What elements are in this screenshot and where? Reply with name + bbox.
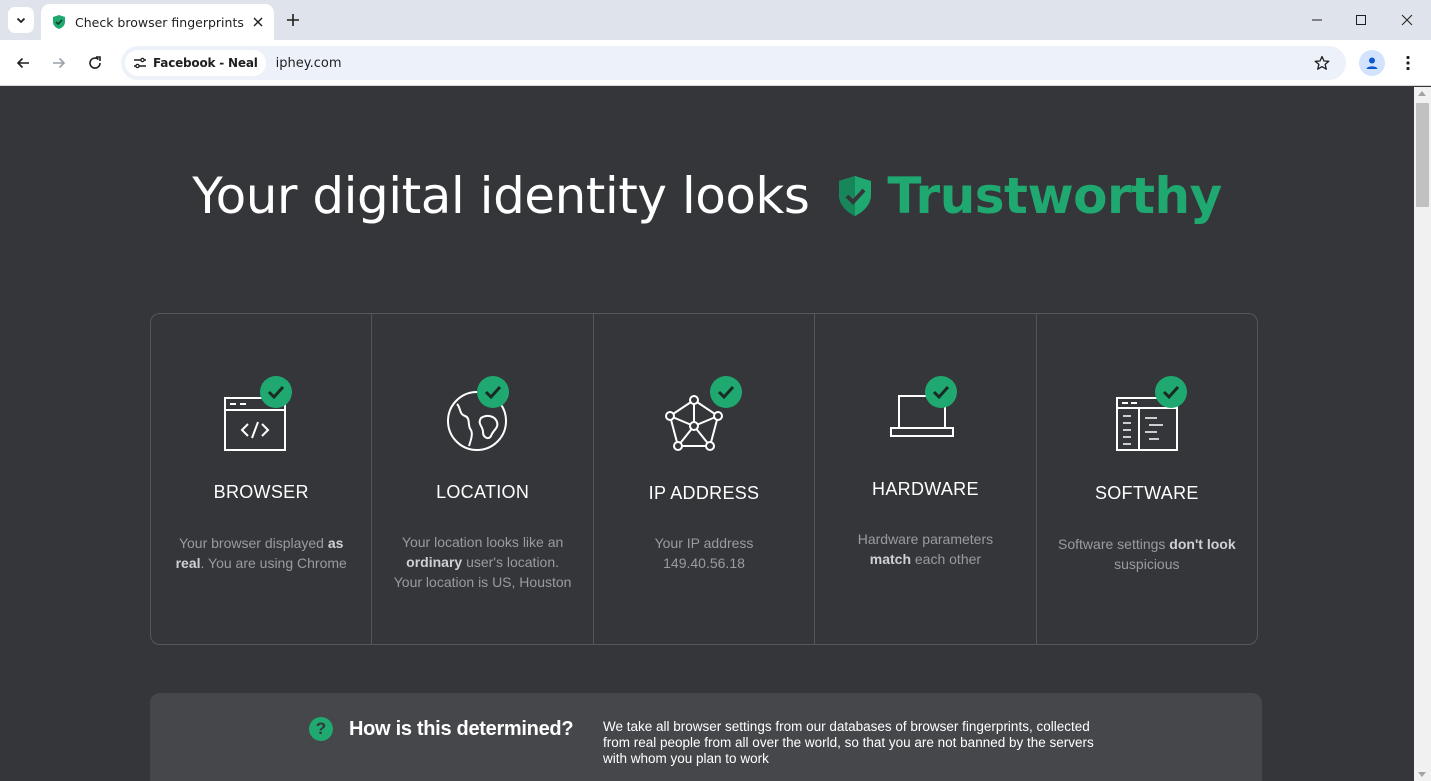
network-icon [665, 376, 743, 451]
chevron-down-icon [16, 17, 26, 24]
card-title: IP ADDRESS [648, 483, 760, 503]
headline: Your digital identity looks Trustworthy [0, 167, 1414, 225]
browser-menu-button[interactable] [1398, 51, 1418, 75]
reload-icon [89, 56, 101, 69]
card-software: SOFTWARE Software settings don't look su… [1037, 314, 1257, 644]
card-location: LOCATION Your location looks like an ord… [372, 314, 594, 644]
kebab-menu-icon [1406, 55, 1410, 71]
headline-prefix: Your digital identity looks [192, 167, 810, 225]
tab-close-icon[interactable] [248, 12, 268, 32]
check-cards: BROWSER Your browser displayed as real. … [150, 313, 1258, 645]
info-panel: ? How is this determined? We take all br… [150, 693, 1262, 781]
question-icon: ? [309, 717, 333, 741]
forward-button[interactable] [47, 51, 71, 75]
info-text: We take all browser settings from our da… [603, 719, 1094, 766]
card-title: LOCATION [436, 482, 530, 502]
close-icon [1401, 14, 1413, 26]
maximize-button[interactable] [1349, 8, 1373, 32]
card-title: BROWSER [213, 482, 309, 502]
tab-title: Check browser fingerprints [75, 14, 244, 30]
arrow-right-icon [53, 57, 66, 69]
page-scrollbar[interactable] [1414, 87, 1431, 781]
page-content: Your digital identity looks Trustworthy … [0, 87, 1414, 781]
card-ip-address: IP ADDRESS Your IP address 149.40.56.18 [594, 314, 816, 644]
browser-code-icon [224, 376, 293, 451]
new-tab-button[interactable] [283, 10, 303, 30]
maximize-icon [1356, 15, 1366, 25]
minimize-icon [1312, 19, 1322, 21]
arrow-left-icon [16, 57, 29, 69]
back-button[interactable] [11, 51, 35, 75]
bookmark-button[interactable] [1312, 53, 1332, 73]
url-text[interactable]: iphey.com [276, 56, 342, 71]
card-description: Hardware parameters match each other [857, 531, 994, 567]
card-description: Your location looks like an ordinary use… [393, 534, 572, 590]
close-window-button[interactable] [1395, 8, 1419, 32]
info-title: How is this determined? [349, 718, 574, 740]
card-description: Your IP address 149.40.56.18 [654, 535, 754, 571]
site-info-chip[interactable]: Facebook - Neal [125, 50, 266, 76]
globe-icon [446, 376, 509, 451]
profile-button[interactable] [1359, 50, 1385, 76]
software-window-icon [1115, 376, 1187, 451]
tab-search-button[interactable] [8, 7, 34, 33]
address-bar[interactable]: Facebook - Neal iphey.com [121, 46, 1346, 80]
card-description: Software settings don't look suspicious [1058, 536, 1236, 572]
card-description: Your browser displayed as real. You are … [175, 535, 347, 571]
reload-button[interactable] [83, 51, 107, 75]
card-browser: BROWSER Your browser displayed as real. … [151, 314, 373, 644]
avatar-icon [1366, 57, 1378, 69]
shield-check-icon [839, 176, 872, 216]
plus-icon [287, 14, 299, 26]
card-hardware: HARDWARE Hardware parameters match each … [815, 314, 1037, 644]
card-title: SOFTWARE [1094, 483, 1199, 503]
scroll-up-arrow-icon[interactable] [1418, 91, 1426, 96]
minimize-button[interactable] [1305, 8, 1329, 32]
browser-toolbar: Facebook - Neal iphey.com [0, 40, 1431, 86]
laptop-icon [890, 376, 958, 437]
card-title: HARDWARE [872, 479, 979, 499]
shield-favicon-icon [51, 14, 67, 30]
star-icon [1314, 55, 1330, 70]
active-tab[interactable]: Check browser fingerprints [41, 4, 274, 40]
site-chip-label: Facebook - Neal [153, 56, 258, 70]
tune-icon [134, 57, 146, 69]
scroll-down-arrow-icon[interactable] [1418, 772, 1426, 777]
headline-status-text: Trustworthy [887, 167, 1222, 225]
tab-strip: Check browser fingerprints [0, 0, 1431, 40]
scroll-thumb[interactable] [1416, 103, 1429, 207]
headline-status: Trustworthy [837, 167, 1222, 225]
